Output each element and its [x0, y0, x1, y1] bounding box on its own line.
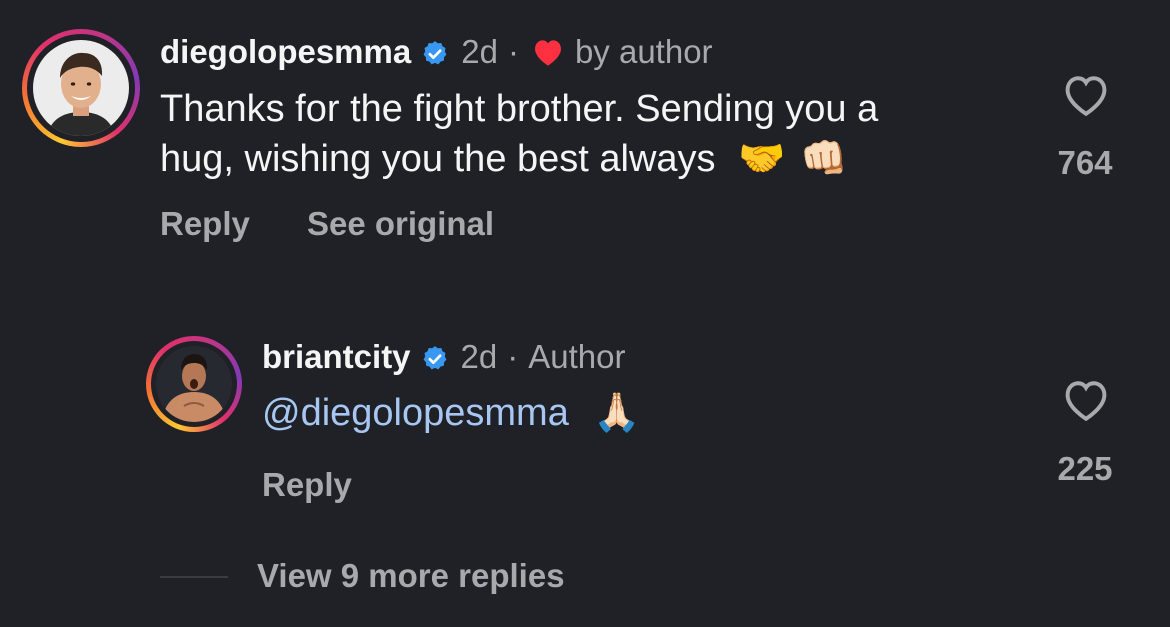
avatar-image — [156, 346, 232, 422]
comment-meta: diegolopesmma 2d · by author — [160, 30, 713, 74]
comment-diegolopesmma: diegolopesmma 2d · by author Thanks for … — [0, 0, 1170, 270]
comment-text: Thanks for the fight brother. Sending yo… — [160, 84, 1020, 184]
author-label: Author — [528, 338, 626, 375]
fist-emoji: 👊🏻 — [800, 138, 848, 180]
separator-dot: · — [507, 33, 519, 70]
view-more-replies-button[interactable]: View 9 more replies — [257, 557, 565, 595]
comment-text-line: hug, wishing you the best always — [160, 138, 716, 180]
comment-meta: briantcity 2d · Author — [262, 336, 626, 378]
like-heart-icon[interactable] — [1060, 72, 1112, 118]
comment-timestamp: 2d — [460, 338, 498, 375]
separator-dot: · — [507, 338, 519, 375]
see-original-button[interactable]: See original — [307, 205, 494, 243]
heart-icon — [531, 37, 565, 67]
liked-by-author-label: by author — [574, 33, 713, 70]
replies-divider — [160, 576, 228, 578]
mention-link[interactable]: @diegolopesmma — [262, 392, 569, 434]
comment-text-line: Thanks for the fight brother. Sending yo… — [160, 88, 879, 130]
verified-badge-icon — [421, 38, 449, 66]
comment-thread: diegolopesmma 2d · by author Thanks for … — [0, 0, 1170, 627]
comment-text: @diegolopesmma 🙏🏻 — [262, 388, 641, 438]
reply-briantcity: briantcity 2d · Author @diegolopesmma 🙏🏻… — [0, 300, 1170, 530]
like-count: 764 — [1057, 144, 1113, 181]
reply-button[interactable]: Reply — [160, 205, 250, 243]
praying-hands-emoji: 🙏🏻 — [593, 392, 641, 434]
avatar[interactable] — [33, 40, 129, 136]
avatar-image — [33, 40, 129, 136]
like-heart-icon[interactable] — [1060, 377, 1112, 423]
avatar[interactable] — [156, 346, 232, 422]
username[interactable]: diegolopesmma — [160, 33, 411, 71]
like-count: 225 — [1057, 450, 1113, 487]
reply-button[interactable]: Reply — [262, 466, 352, 504]
handshake-emoji: 🤝 — [738, 138, 786, 180]
verified-badge-icon — [421, 343, 449, 371]
username[interactable]: briantcity — [262, 338, 411, 376]
comment-timestamp: 2d — [461, 33, 498, 70]
